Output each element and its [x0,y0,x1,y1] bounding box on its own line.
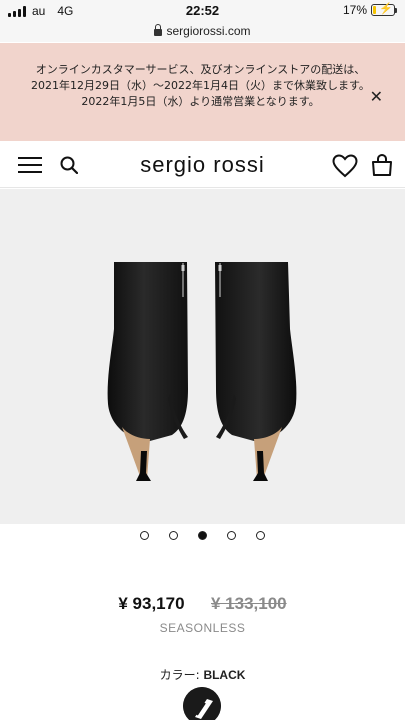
battery-percent: 17% [342,3,367,17]
color-row: カラー: BLACK [0,666,405,683]
sale-price: ¥ 93,170 [118,594,185,613]
holiday-notice-banner: オンラインカスタマーサービス、及びオンラインストアの配送は、2021年12月29… [0,43,405,141]
address-bar[interactable]: sergiorossi.com [0,24,405,42]
original-price: ¥ 133,100 [211,594,287,613]
status-bar: au 4G 22:52 17% ⚡ [0,0,405,24]
price-row: ¥ 93,170 ¥ 133,100 [0,594,405,614]
right-boot [215,262,297,481]
color-label: カラー: [159,668,200,682]
status-right: 17% ⚡ [342,3,397,17]
bag-icon[interactable] [371,154,393,176]
product-photo-boots [107,262,297,481]
battery-icon: ⚡ [371,3,397,16]
site-header: sergio rossi [0,142,405,188]
heart-icon[interactable] [332,154,358,178]
lock-icon [154,24,163,36]
color-value: BLACK [203,668,246,682]
notice-text: オンラインカスタマーサービス、及びオンラインストアの配送は、2021年12月29… [31,63,370,108]
color-swatch-black[interactable] [183,687,221,720]
swatch-boot-thumbnail [183,687,221,720]
carousel-dot[interactable] [256,531,265,540]
carousel-dot[interactable] [227,531,236,540]
carousel-dots [0,531,405,543]
carousel-dot[interactable] [140,531,149,540]
carousel-dot[interactable] [198,531,207,540]
charging-icon: ⚡ [379,3,393,15]
url-text: sergiorossi.com [166,24,251,38]
close-icon[interactable]: ✕ [370,87,383,106]
left-boot [107,262,188,481]
battery-level [373,6,377,14]
season-label: SEASONLESS [159,621,246,635]
product-image[interactable] [0,189,405,524]
carousel-dot[interactable] [169,531,178,540]
